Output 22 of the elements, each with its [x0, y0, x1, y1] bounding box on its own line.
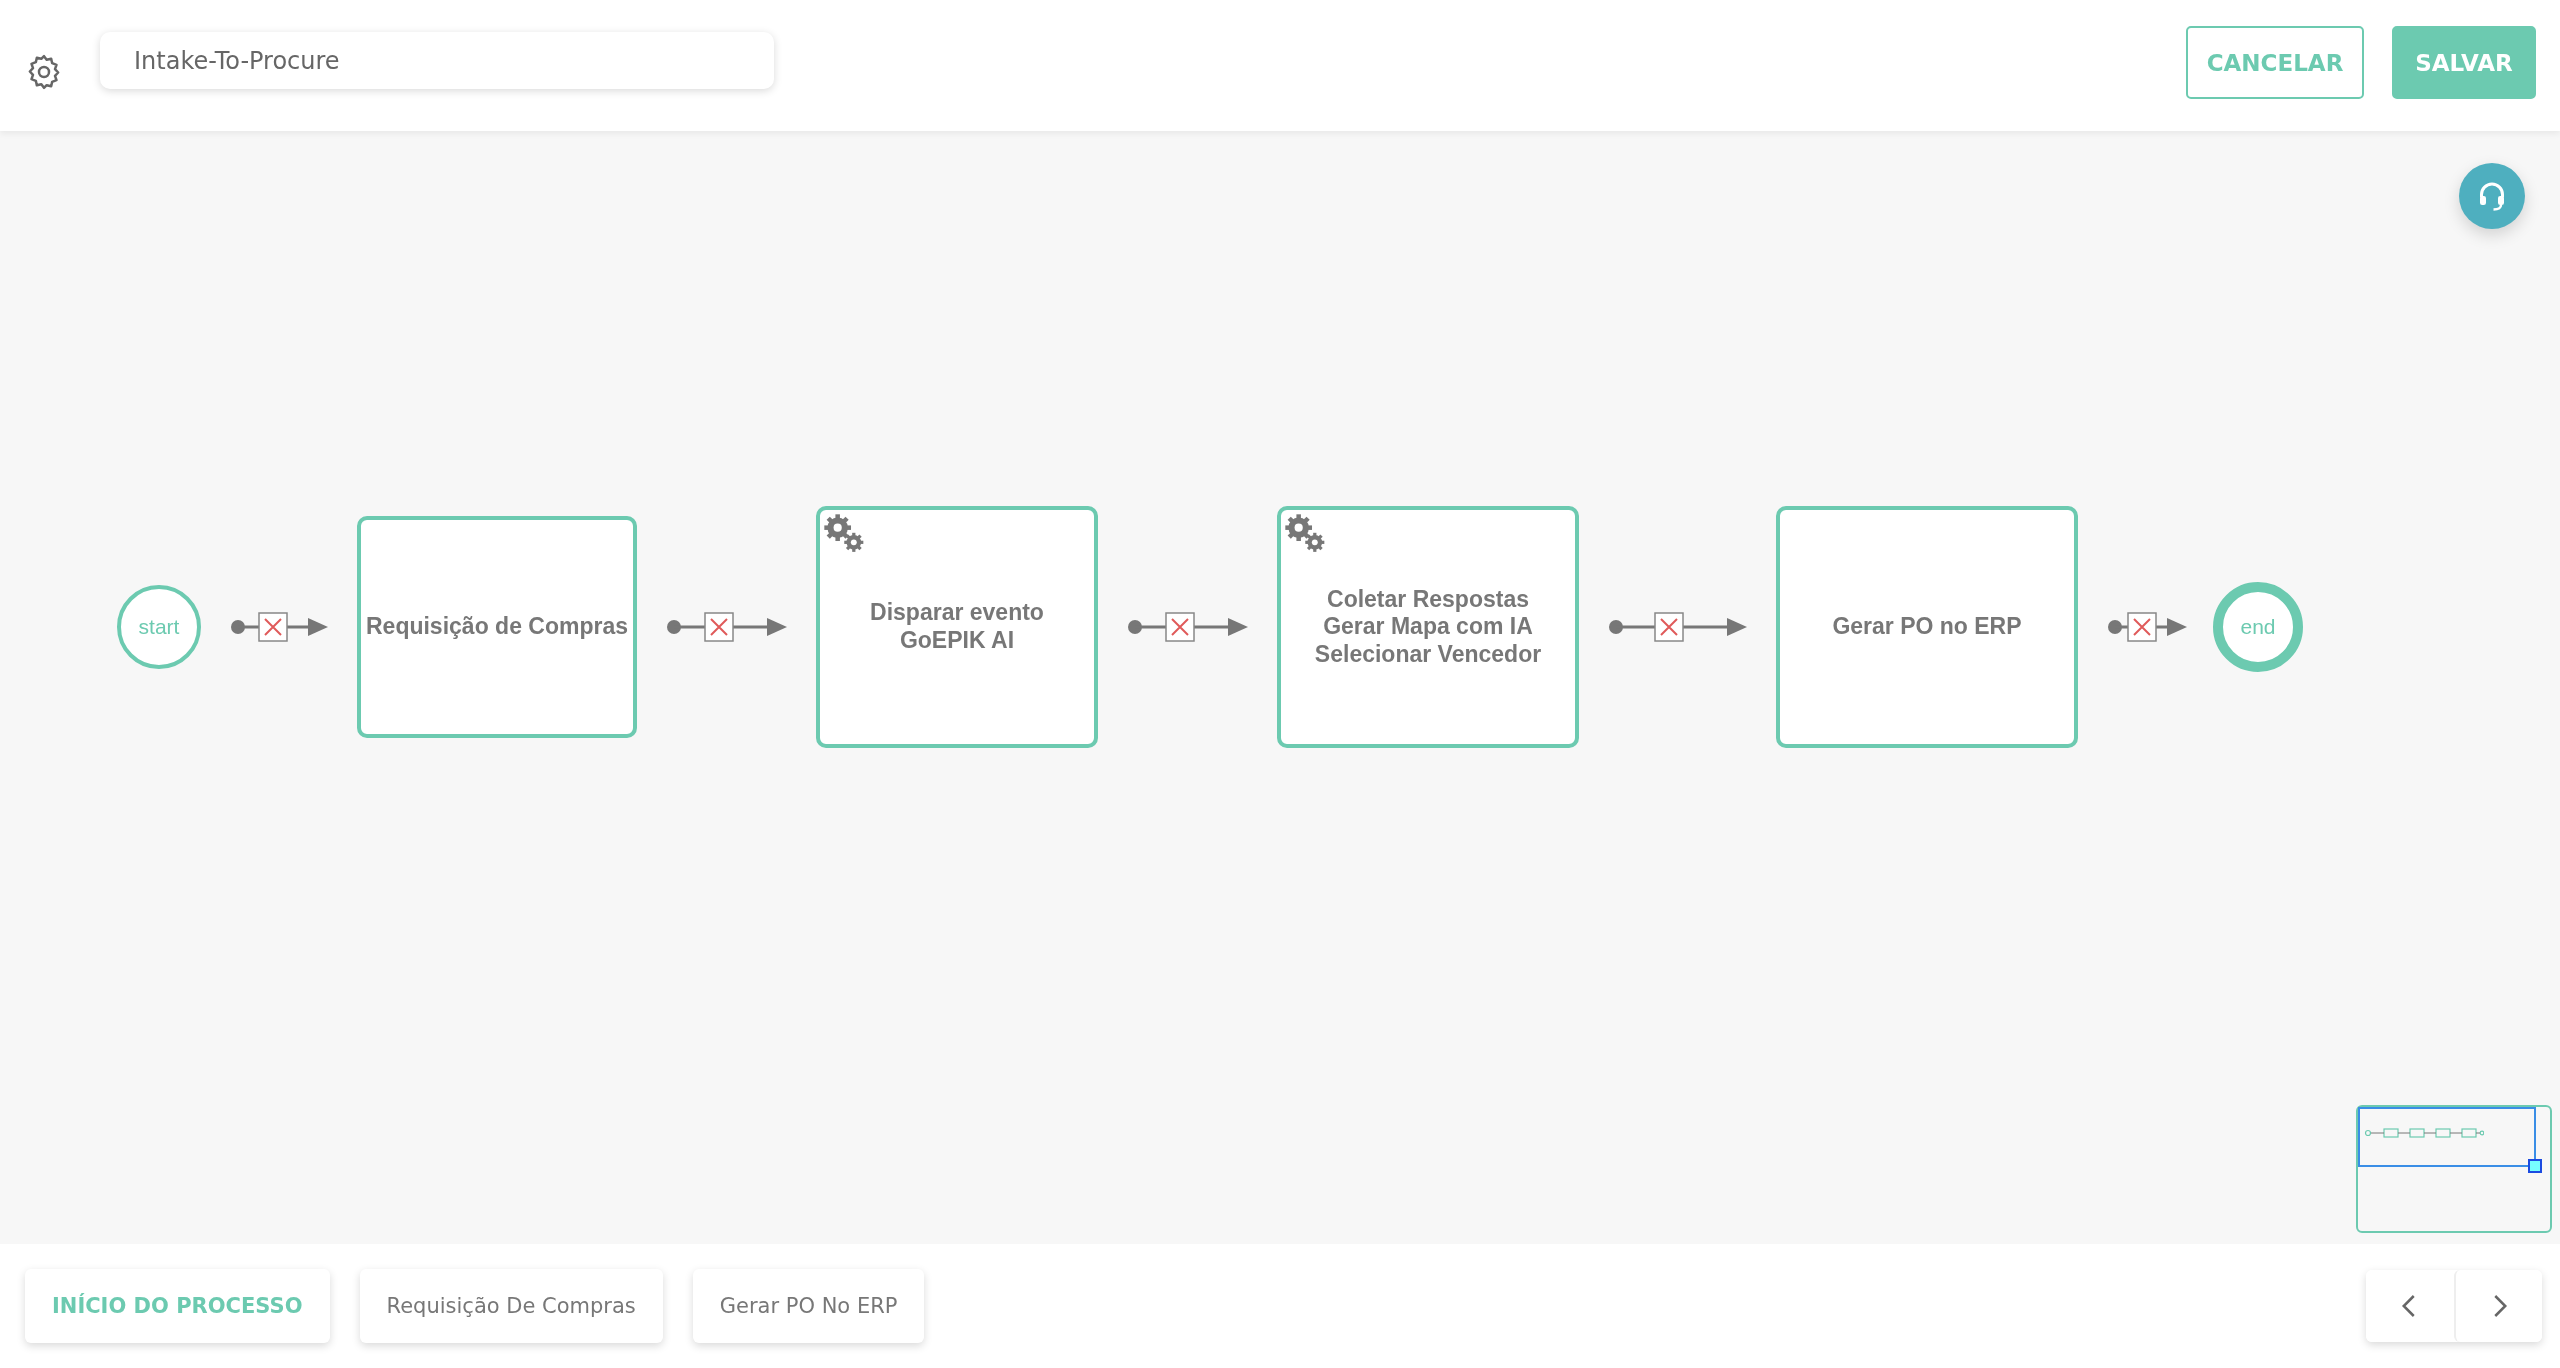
condition-marker-icon[interactable] — [1165, 612, 1195, 642]
step-tab[interactable]: Gerar PO No ERP — [692, 1269, 925, 1343]
service-task-node[interactable]: Coletar Respostas Gerar Mapa com IA Selecionar Vencedor — [1277, 506, 1579, 748]
service-task-node[interactable]: Disparar evento GoEPIK AI — [816, 506, 1098, 748]
task-label: Disparar evento GoEPIK AI — [870, 599, 1044, 655]
support-button[interactable] — [2459, 163, 2525, 229]
minimap[interactable] — [2356, 1105, 2552, 1233]
minimap-viewport[interactable] — [2358, 1107, 2536, 1167]
task-label: Coletar Respostas Gerar Mapa com IA Selecionar Vencedor — [1314, 585, 1542, 669]
event-label: end — [2240, 615, 2276, 639]
process-name-field[interactable]: Intake-To-Procure — [100, 32, 774, 89]
task-node[interactable]: Requisição de Compras — [357, 516, 637, 738]
task-node[interactable]: Gerar PO no ERP — [1776, 506, 2078, 748]
task-label: Requisição de Compras — [366, 613, 628, 641]
condition-marker-icon[interactable] — [704, 612, 734, 642]
condition-marker-icon[interactable] — [2127, 612, 2157, 642]
task-label: Gerar PO no ERP — [1832, 613, 2022, 641]
resize-handle[interactable] — [2528, 1159, 2542, 1173]
condition-marker-icon[interactable] — [1654, 612, 1684, 642]
condition-marker-icon[interactable] — [258, 612, 288, 642]
step-tab[interactable]: Requisição De Compras — [359, 1269, 663, 1343]
event-label: start — [138, 615, 180, 639]
